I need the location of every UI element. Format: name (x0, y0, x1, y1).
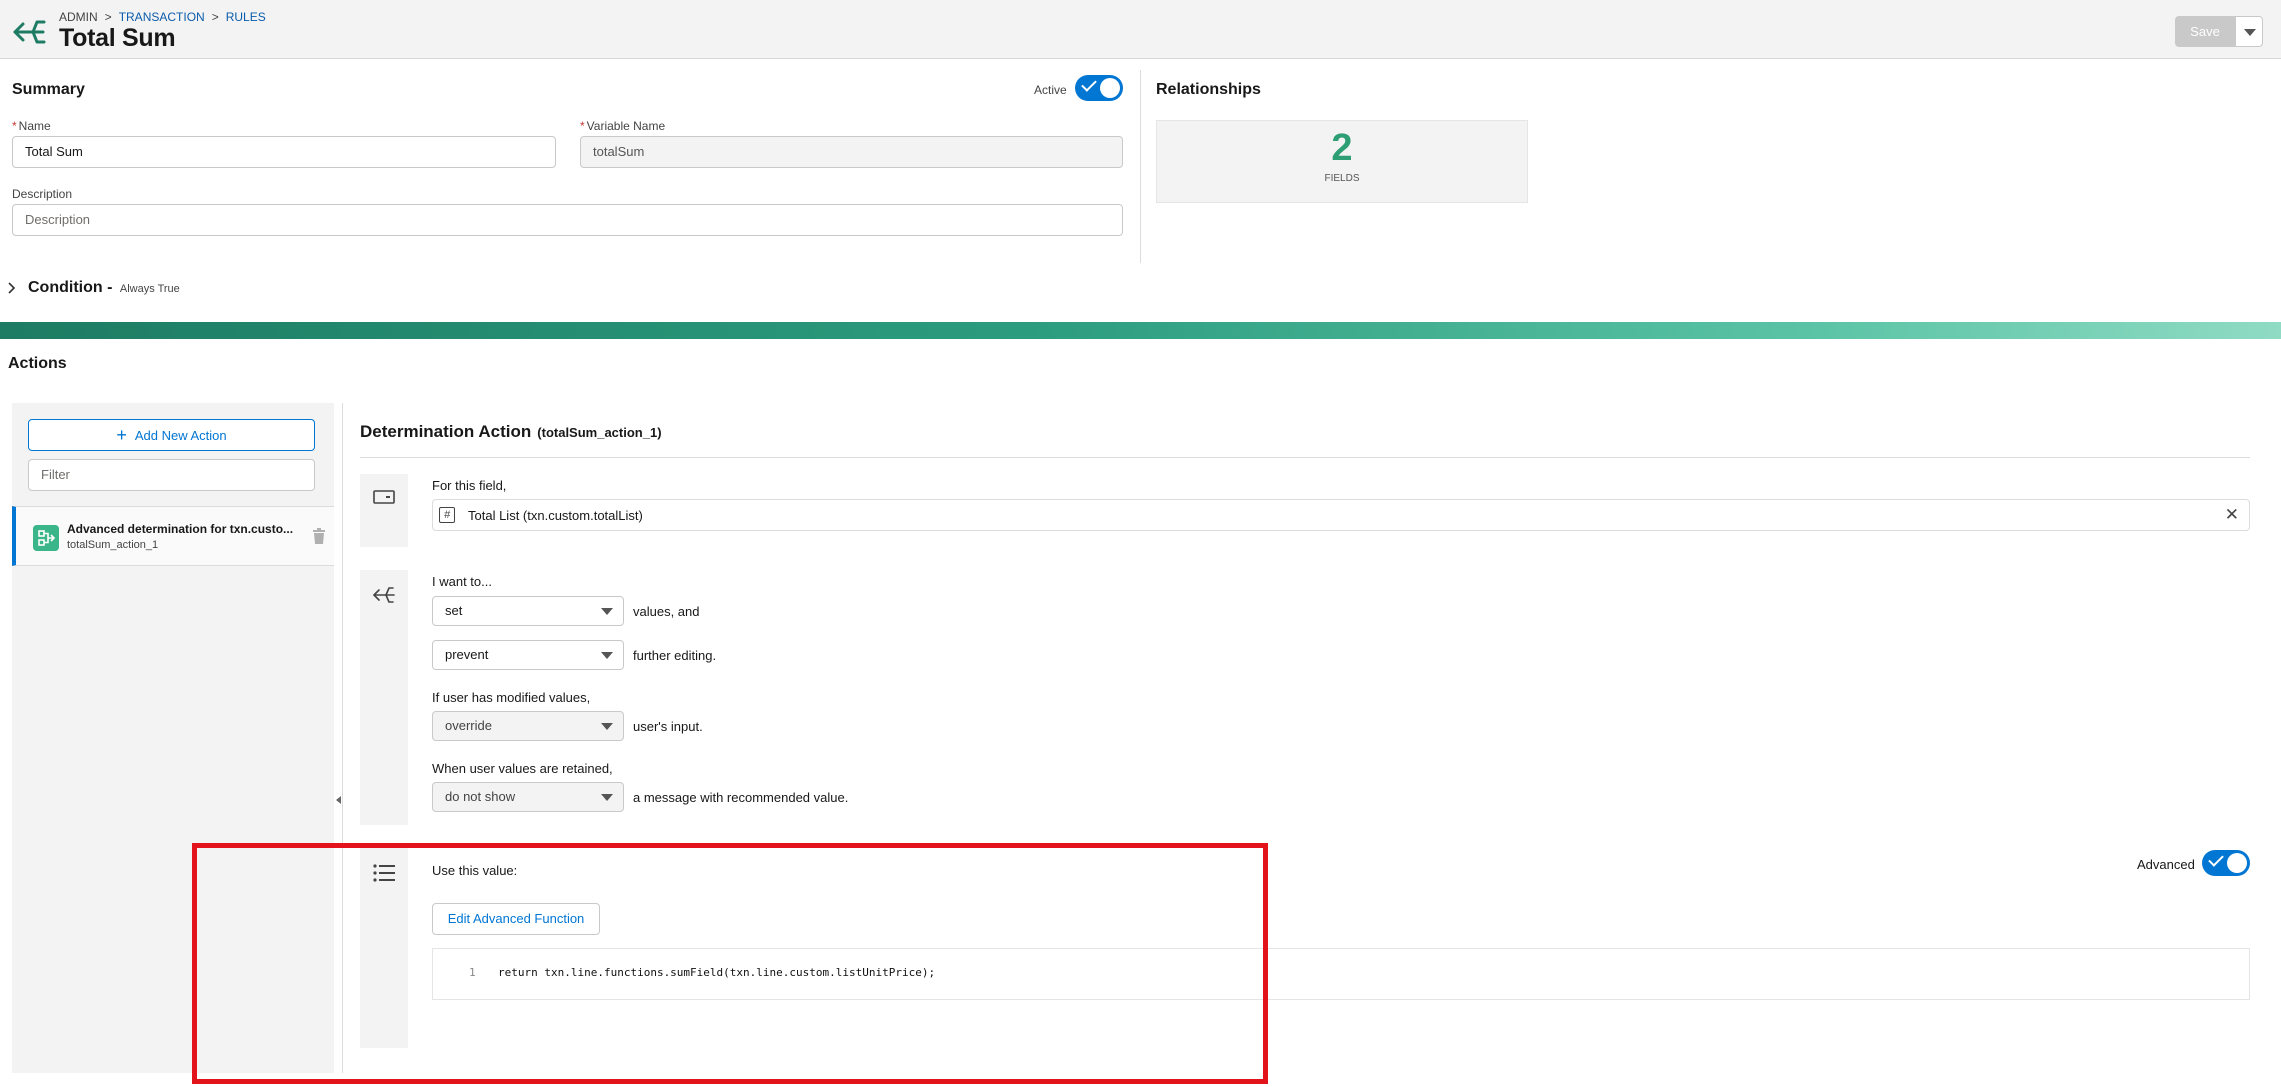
fields-count: 2 (1331, 127, 1353, 169)
name-input[interactable]: Total Sum (12, 136, 556, 168)
fields-count-label: FIELDS (1324, 173, 1360, 184)
prevent-select[interactable]: prevent (432, 640, 624, 670)
save-button[interactable]: Save (2175, 16, 2235, 47)
field-icon (373, 490, 395, 504)
field-selector[interactable]: # Total List (txn.custom.totalList) ✕ (432, 499, 2250, 531)
retained-label: When user values are retained, (432, 761, 613, 776)
action-item-title: Advanced determination for txn.custo... (67, 522, 294, 536)
branch-icon (373, 587, 395, 603)
prevent-suffix: further editing. (633, 648, 717, 663)
field-selector-value: Total List (txn.custom.totalList) (468, 508, 643, 523)
set-suffix: values, and (633, 604, 700, 619)
override-select[interactable]: override (432, 711, 624, 741)
condition-expand-chevron-right-icon[interactable] (6, 281, 18, 300)
breadcrumb-admin[interactable]: ADMIN (59, 10, 98, 24)
want-label: I want to... (432, 574, 492, 589)
collapse-panel-arrow-icon[interactable] (336, 796, 341, 804)
breadcrumb-transaction[interactable]: TRANSACTION (119, 10, 205, 24)
determination-action-id: (totalSum_action_1) (537, 425, 662, 440)
override-suffix: user's input. (633, 719, 703, 734)
breadcrumb-separator: > (211, 10, 219, 24)
action-list-item[interactable]: Advanced determination for txn.custo... … (12, 506, 334, 566)
section-divider (1140, 70, 1141, 263)
add-new-action-button[interactable]: + Add New Action (28, 419, 315, 451)
modified-label: If user has modified values, (432, 690, 591, 705)
fields-count-card[interactable]: 2 FIELDS (1156, 120, 1528, 203)
advanced-toggle[interactable] (2202, 850, 2250, 876)
behavior-step-panel (360, 570, 408, 825)
for-field-label: For this field, (432, 478, 507, 493)
relationships-title: Relationships (1156, 81, 1261, 98)
filter-input[interactable]: Filter (28, 459, 315, 491)
clear-icon[interactable]: ✕ (2225, 505, 2239, 525)
variable-name-label: * Variable Name (580, 119, 666, 133)
show-message-select[interactable]: do not show (432, 782, 624, 812)
active-label: Active (1034, 83, 1067, 97)
condition-header[interactable]: Condition - Always True (28, 279, 180, 297)
actions-title: Actions (8, 355, 67, 372)
condition-value: Always True (119, 283, 180, 295)
determination-action-icon (33, 525, 59, 551)
field-step-panel (360, 474, 408, 547)
description-input[interactable]: Description (12, 204, 1123, 236)
breadcrumb: ADMIN > TRANSACTION > RULES (59, 10, 266, 24)
check-icon (1081, 76, 1097, 92)
trash-icon[interactable] (312, 528, 326, 544)
rules-app-icon (13, 20, 46, 44)
active-toggle[interactable] (1075, 75, 1123, 101)
check-icon (2208, 851, 2224, 867)
show-message-suffix: a message with recommended value. (633, 790, 849, 805)
determination-action-title: Determination Action (totalSum_action_1) (360, 422, 662, 441)
condition-label: Condition - (28, 279, 113, 296)
summary-title: Summary (12, 81, 85, 98)
name-label: * Name (12, 119, 51, 133)
page-title: Total Sum (59, 24, 176, 52)
section-banner (0, 322, 2281, 339)
breadcrumb-rules[interactable]: RULES (226, 10, 266, 24)
highlight-annotation-box (192, 843, 1268, 1084)
variable-name-input[interactable]: totalSum (580, 136, 1123, 168)
set-select[interactable]: set (432, 596, 624, 626)
save-menu-chevron-down-icon[interactable] (2235, 16, 2263, 47)
number-field-icon: # (439, 507, 455, 523)
advanced-label: Advanced (2137, 857, 2195, 872)
title-divider (360, 457, 2250, 458)
description-label: Description (12, 187, 73, 201)
breadcrumb-separator: > (104, 10, 112, 24)
action-item-subtitle: totalSum_action_1 (67, 539, 159, 551)
plus-icon: + (116, 425, 127, 445)
page-header: ADMIN > TRANSACTION > RULES Total Sum Save (0, 0, 2281, 59)
